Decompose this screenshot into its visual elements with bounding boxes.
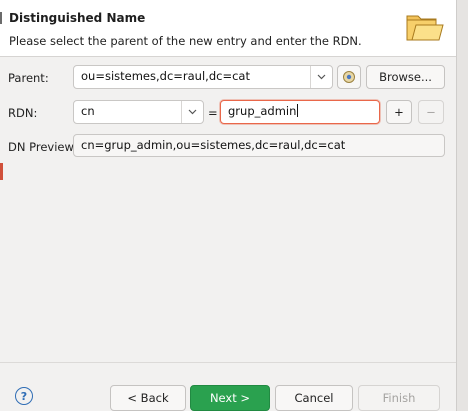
dn-preview-label: DN Preview:	[8, 140, 78, 154]
window-edge-mark	[0, 12, 2, 24]
rdn-label: RDN:	[8, 106, 38, 120]
chevron-down-icon	[317, 74, 326, 80]
rdn-attribute-value: cn	[81, 104, 95, 118]
back-button[interactable]: < Back	[110, 385, 186, 411]
wizard-banner: Distinguished Name Please select the par…	[0, 0, 456, 57]
next-button[interactable]: Next >	[190, 385, 270, 411]
text-caret	[297, 104, 299, 117]
page-description: Please select the parent of the new entr…	[9, 34, 362, 48]
remove-rdn-button[interactable]: −	[418, 100, 444, 124]
browse-button[interactable]: Browse...	[366, 65, 445, 89]
rdn-value-text: grup_admin	[228, 104, 297, 118]
parent-dropdown-button[interactable]	[310, 66, 332, 88]
parent-label: Parent:	[8, 71, 49, 85]
button-bar-divider	[0, 362, 456, 363]
background-window-strip	[456, 0, 468, 411]
chevron-down-icon	[188, 109, 197, 115]
ldap-entry-icon	[343, 71, 355, 83]
help-icon[interactable]: ?	[15, 387, 33, 405]
parent-value: ou=sistemes,dc=raul,dc=cat	[81, 69, 250, 83]
rdn-equals-sign: =	[208, 106, 218, 120]
dn-preview-field: cn=grup_admin,ou=sistemes,dc=raul,dc=cat	[73, 134, 445, 157]
add-rdn-button[interactable]: +	[386, 100, 412, 124]
dn-preview-value: cn=grup_admin,ou=sistemes,dc=raul,dc=cat	[81, 138, 346, 152]
ldap-browse-button[interactable]	[337, 65, 361, 89]
cancel-button[interactable]: Cancel	[275, 385, 353, 411]
window-edge-accent	[0, 163, 3, 180]
rdn-attribute-combo[interactable]: cn	[73, 100, 204, 124]
rdn-value-input[interactable]: grup_admin	[220, 100, 380, 124]
folder-icon	[406, 15, 444, 41]
page-title: Distinguished Name	[9, 11, 146, 25]
parent-combo[interactable]: ou=sistemes,dc=raul,dc=cat	[73, 65, 333, 89]
rdn-attribute-dropdown-button[interactable]	[181, 101, 203, 123]
finish-button[interactable]: Finish	[358, 385, 440, 411]
